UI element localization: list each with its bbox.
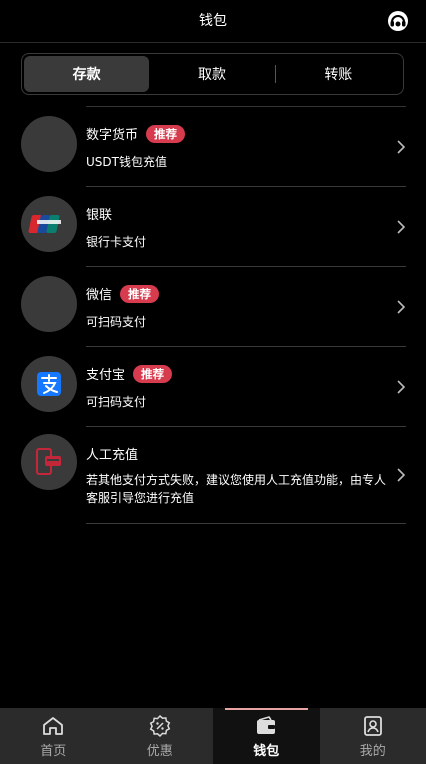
method-title: 人工充值 xyxy=(86,448,139,463)
unionpay-icon xyxy=(21,196,77,252)
method-title: 支付宝 xyxy=(86,368,126,383)
method-title: 数字货币 xyxy=(86,128,139,143)
tabbar-discount[interactable]: 优惠 xyxy=(107,708,214,764)
tabbar-label: 优惠 xyxy=(146,744,173,759)
method-title: 银联 xyxy=(86,208,113,223)
manual-recharge-icon xyxy=(21,434,77,490)
payment-method-crypto[interactable]: 数字货币 推荐 USDT钱包充值 xyxy=(0,107,426,187)
tabbar-label: 我的 xyxy=(359,744,386,759)
tab-withdraw[interactable]: 取款 xyxy=(149,56,274,92)
payment-method-alipay[interactable]: 支付宝 推荐 可扫码支付 xyxy=(0,347,426,427)
divider xyxy=(86,523,406,524)
recommend-badge: 推荐 xyxy=(146,124,186,143)
tabbar-profile[interactable]: 我的 xyxy=(320,708,426,764)
page-title: 钱包 xyxy=(199,13,227,29)
tabbar-label: 首页 xyxy=(40,744,67,759)
deposit-withdraw-transfer-tabs: 存款 取款 转账 xyxy=(21,53,404,95)
home-icon xyxy=(43,717,64,735)
header: 钱包 xyxy=(0,0,426,43)
bottom-tab-bar: 首页 优惠 钱包 我的 xyxy=(0,708,426,764)
headset-icon[interactable] xyxy=(386,9,410,33)
tabbar-label: 钱包 xyxy=(253,744,280,759)
payment-method-unionpay[interactable]: 银联 银行卡支付 xyxy=(0,187,426,267)
tabbar-home[interactable]: 首页 xyxy=(0,708,107,764)
method-title: 微信 xyxy=(86,288,113,303)
chevron-right-icon xyxy=(397,468,406,482)
recommend-badge: 推荐 xyxy=(120,284,160,303)
method-subtitle: 若其他支付方式失败，建议您使用人工充值功能，由专人客服引导您进行充值 xyxy=(86,473,387,505)
tab-deposit[interactable]: 存款 xyxy=(24,56,150,92)
alipay-icon xyxy=(21,356,77,412)
method-subtitle: 可扫码支付 xyxy=(86,395,147,409)
chevron-right-icon xyxy=(397,380,406,394)
crypto-icon xyxy=(21,116,77,172)
wallet-icon xyxy=(257,716,276,734)
method-subtitle: 可扫码支付 xyxy=(86,315,147,329)
profile-icon xyxy=(363,716,382,736)
chevron-right-icon xyxy=(397,220,406,234)
payment-method-wechat[interactable]: 微信 推荐 可扫码支付 xyxy=(0,267,426,347)
recommend-badge: 推荐 xyxy=(133,364,173,383)
chevron-right-icon xyxy=(397,140,406,154)
tab-transfer[interactable]: 转账 xyxy=(276,56,401,92)
tabbar-wallet[interactable]: 钱包 xyxy=(213,708,320,764)
discount-icon xyxy=(149,714,171,738)
method-subtitle: USDT钱包充值 xyxy=(86,155,167,169)
payment-method-manual[interactable]: 人工充值 若其他支付方式失败，建议您使用人工充值功能，由专人客服引导您进行充值 xyxy=(0,427,426,524)
method-subtitle: 银行卡支付 xyxy=(86,235,147,249)
wechat-icon xyxy=(21,276,77,332)
chevron-right-icon xyxy=(397,300,406,314)
